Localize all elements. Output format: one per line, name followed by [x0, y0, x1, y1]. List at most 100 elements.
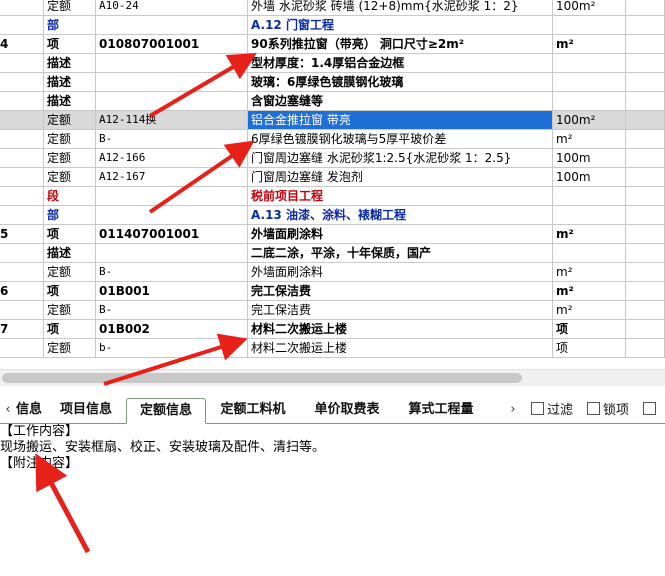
row-unit[interactable]: m² [553, 130, 626, 149]
tab-quota-labor-material[interactable]: 定额工料机 [210, 398, 296, 422]
tab-unit-price-fee[interactable]: 单价取费表 [304, 398, 390, 422]
row-number[interactable] [0, 244, 44, 263]
table-row[interactable]: 5 项 011407001001 外墙面刷涂料 m² [0, 225, 665, 244]
row-name[interactable]: 材料二次搬运上楼 [248, 320, 553, 339]
row-code[interactable] [96, 16, 248, 35]
row-extra[interactable] [626, 301, 665, 320]
row-name[interactable]: 材料二次搬运上楼 [248, 339, 553, 358]
row-type[interactable]: 定额 [44, 263, 96, 282]
row-number[interactable] [0, 54, 44, 73]
row-name[interactable]: 门窗周边塞缝 水泥砂浆1:2.5{水泥砂浆 1：2.5} [248, 149, 553, 168]
row-code[interactable]: B- [96, 301, 248, 320]
row-code[interactable]: A12-166 [96, 149, 248, 168]
row-number[interactable] [0, 187, 44, 206]
row-number[interactable]: 4 [0, 35, 44, 54]
row-type[interactable]: 定额 [44, 149, 96, 168]
row-code[interactable] [96, 206, 248, 225]
tab-formula-quantity[interactable]: 算式工程量 [398, 398, 484, 422]
row-number[interactable] [0, 339, 44, 358]
row-name[interactable]: 门窗周边塞缝 发泡剂 [248, 168, 553, 187]
row-name[interactable]: 玻璃：6厚绿色镀膜钢化玻璃 [248, 73, 553, 92]
row-code[interactable] [96, 54, 248, 73]
table-row[interactable]: 描述 型材厚度：1.4厚铝合金边框 [0, 54, 665, 73]
row-type[interactable]: 定额 [44, 130, 96, 149]
row-name[interactable]: 外墙 水泥砂浆 砖墙 (12+8)mm{水泥砂浆 1：2} [248, 0, 553, 16]
row-type[interactable]: 项 [44, 225, 96, 244]
row-extra[interactable] [626, 187, 665, 206]
row-number[interactable] [0, 73, 44, 92]
table-row[interactable]: 6 项 01B001 完工保洁费 m² [0, 282, 665, 301]
row-number[interactable]: 5 [0, 225, 44, 244]
row-name[interactable]: A.13 油漆、涂料、裱糊工程 [248, 206, 553, 225]
row-extra[interactable] [626, 339, 665, 358]
horizontal-scrollbar[interactable] [0, 369, 665, 386]
tab-scroll-right-icon[interactable]: › [506, 401, 520, 419]
row-number[interactable] [0, 111, 44, 130]
row-number[interactable]: 6 [0, 282, 44, 301]
row-type[interactable]: 项 [44, 282, 96, 301]
row-name[interactable]: 外墙面刷涂料 [248, 263, 553, 282]
row-type[interactable]: 定额 [44, 0, 96, 16]
row-extra[interactable] [626, 168, 665, 187]
row-extra[interactable] [626, 111, 665, 130]
table-row[interactable]: 定额 A12-114换 铝合金推拉窗 带亮 100m² [0, 111, 665, 130]
row-number[interactable] [0, 263, 44, 282]
tab-project-info[interactable]: 项目信息 [50, 398, 122, 422]
row-number[interactable] [0, 0, 44, 16]
tab-quota-info[interactable]: 定额信息 [126, 398, 206, 424]
row-unit[interactable] [553, 73, 626, 92]
row-extra[interactable] [626, 320, 665, 339]
table-row[interactable]: 定额 A10-24 外墙 水泥砂浆 砖墙 (12+8)mm{水泥砂浆 1：2} 100… [0, 0, 665, 16]
row-extra[interactable] [626, 92, 665, 111]
row-extra[interactable] [626, 16, 665, 35]
table-row[interactable]: 部 A.13 油漆、涂料、裱糊工程 [0, 206, 665, 225]
row-type[interactable]: 描述 [44, 73, 96, 92]
table-row[interactable]: 描述 二底二涂，平涂，十年保质，国产 [0, 244, 665, 263]
row-extra[interactable] [626, 0, 665, 16]
row-number[interactable] [0, 301, 44, 320]
row-code[interactable]: B- [96, 130, 248, 149]
table-row[interactable]: 定额 A12-167 门窗周边塞缝 发泡剂 100m [0, 168, 665, 187]
row-unit[interactable] [553, 187, 626, 206]
table-row[interactable]: 定额 A12-166 门窗周边塞缝 水泥砂浆1:2.5{水泥砂浆 1：2.5} 100… [0, 149, 665, 168]
row-unit[interactable]: m² [553, 35, 626, 54]
row-extra[interactable] [626, 225, 665, 244]
table-row[interactable]: 7 项 01B002 材料二次搬运上楼项 [0, 320, 665, 339]
table-row[interactable]: 描述 玻璃：6厚绿色镀膜钢化玻璃 [0, 73, 665, 92]
row-type[interactable]: 定额 [44, 339, 96, 358]
row-code[interactable]: A10-24 [96, 0, 248, 16]
row-type[interactable]: 定额 [44, 301, 96, 320]
row-code[interactable]: 011407001001 [96, 225, 248, 244]
row-extra[interactable] [626, 149, 665, 168]
row-unit[interactable]: 100m [553, 168, 626, 187]
row-unit[interactable] [553, 16, 626, 35]
table-row[interactable]: 定额 b- 材料二次搬运上楼项 [0, 339, 665, 358]
row-extra[interactable] [626, 54, 665, 73]
row-number[interactable] [0, 92, 44, 111]
row-name[interactable]: 含窗边塞缝等 [248, 92, 553, 111]
table-row[interactable]: 部 A.12 门窗工程 [0, 16, 665, 35]
row-name[interactable]: 90系列推拉窗（带亮） 洞口尺寸≥2m² [248, 35, 553, 54]
row-extra[interactable] [626, 130, 665, 149]
row-unit[interactable]: 项 [553, 320, 626, 339]
row-code[interactable]: A12-167 [96, 168, 248, 187]
row-extra[interactable] [626, 282, 665, 301]
tab-info[interactable]: 信息 [14, 398, 44, 422]
row-code[interactable]: 010807001001 [96, 35, 248, 54]
row-name[interactable]: 税前项目工程 [248, 187, 553, 206]
table-row[interactable]: 4 项 010807001001 90系列推拉窗（带亮） 洞口尺寸≥2m² m² [0, 35, 665, 54]
row-code[interactable] [96, 92, 248, 111]
row-name[interactable]: 二底二涂，平涂，十年保质，国产 [248, 244, 553, 263]
row-code[interactable]: A12-114换 [96, 111, 248, 130]
row-type[interactable]: 定额 [44, 111, 96, 130]
row-number[interactable] [0, 206, 44, 225]
row-type[interactable]: 描述 [44, 54, 96, 73]
table-row[interactable]: 描述 含窗边塞缝等 [0, 92, 665, 111]
row-name[interactable]: 外墙面刷涂料 [248, 225, 553, 244]
scrollbar-thumb[interactable] [2, 373, 522, 383]
row-code[interactable] [96, 244, 248, 263]
filter-checkbox[interactable]: 过滤 [531, 402, 573, 419]
row-code[interactable]: b- [96, 339, 248, 358]
row-number[interactable] [0, 168, 44, 187]
row-type[interactable]: 部 [44, 16, 96, 35]
